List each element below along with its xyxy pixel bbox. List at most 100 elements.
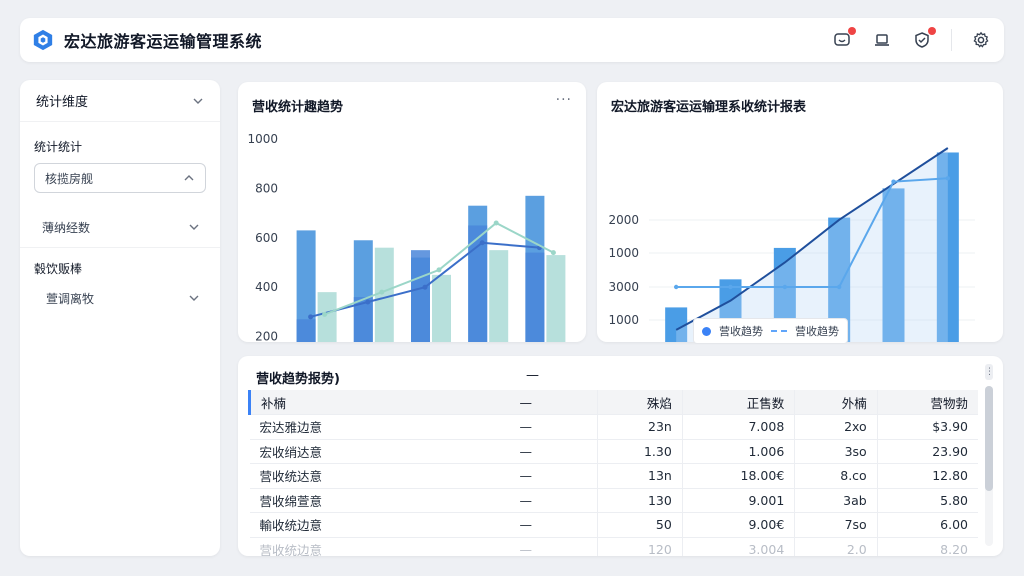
table-cell: 2xo [794,414,878,440]
table-cell: 50 [597,512,683,538]
table-cell: 3ab [794,488,878,513]
table-cell: 12.80 [876,463,978,489]
section-label: 毂饮贩棒 [34,262,83,276]
y-tick-label: 200 [255,330,278,342]
column-header[interactable]: 殊焰 [597,390,683,415]
table-cell: 营收统达意 [249,463,510,489]
column-header[interactable]: — [509,390,598,415]
table-cell: 18.00€ [681,463,795,489]
table-cell: 130 [597,488,683,513]
table-row[interactable]: 輸收统边意 —50 9.00€ 7so 6.00 [249,512,978,538]
table-cell: 23.90 [876,439,978,464]
revenue-trend-chart: 020040060080010002017/S2017/S201/42010/9… [247,132,566,342]
chevron-up-icon [184,175,194,181]
bar [317,292,337,342]
table-title: 营收趋势报势) [256,372,340,387]
security-button[interactable] [911,27,936,51]
y-tick-label: 3000 [608,280,639,294]
table-cell: 营收绵萱意 [249,488,510,513]
table-cell: 宏达雅边意 [249,414,510,440]
revenue-table-card: 营收趋势报势) — 补楠 — 殊焰 正售数 外楠 营物勃 宏达雅边意 —23n 7.… [238,356,1003,556]
revenue-trend-chart-card: 营收统计趣趋势 ··· 020040060080010002017/S2017/… [238,82,586,342]
table-cell: 9.001 [681,488,795,513]
line-point [436,267,442,273]
table-cell: $3.90 [876,414,978,440]
table-cell: — [509,463,598,489]
line-point [945,176,951,181]
line-point [550,250,556,256]
area-fill [676,147,948,342]
revenue-report-chart: 0500100030001000200020162016201620172018… [608,147,975,342]
y-tick-label: 1000 [608,313,639,327]
scrollbar-thumb[interactable] [985,386,993,491]
bar [525,252,545,342]
table-row[interactable]: 宏收绡达意 —1.30 1.006 3so 23.90 [249,439,978,464]
table-cell: 5.80 [876,488,978,513]
legend-label: 营收趋势 [719,325,763,338]
line-point [308,314,314,320]
settings-button[interactable] [970,29,992,51]
y-tick-label: 1000 [247,132,278,146]
bar [489,250,509,342]
legend-dot-icon [702,326,711,336]
table-cell: 8.20 [876,537,978,556]
gear-icon [973,31,989,48]
table-cell: 輸收统边意 [249,512,510,538]
table-cell: — [509,414,598,440]
table-row[interactable]: 营收统达意 —13n 18.00€ 8.co 12.80 [249,463,978,489]
chevron-down-icon [193,98,203,104]
table-cell: 1.30 [597,439,683,464]
laptop-icon [875,34,889,46]
table-row[interactable]: 营收绵萱意 —130 9.001 3ab 5.80 [249,488,978,513]
table-cell: 1.006 [681,439,795,464]
section-label: 统计统计 [34,140,83,154]
line-point [836,284,842,290]
table-cell: 3so [794,439,878,464]
line-point [379,289,385,295]
sidebar-item-2[interactable]: 萱调离牧 [20,283,220,313]
y-tick-label: 400 [255,280,278,294]
table-cell: 营收统边意 [249,537,510,556]
table-cell: — [509,512,598,538]
legend-label: 营收趋势 [795,325,839,338]
y-tick-label: 2000 [608,213,639,227]
table-cell: 7.008 [681,414,795,440]
table-cell: 6.00 [876,512,978,538]
line-point [322,311,328,317]
table-cell: 7so [794,512,878,538]
legend-line-icon [771,330,787,332]
y-tick-label: 800 [255,181,278,195]
table-cell: — [509,537,598,556]
table-cell: — [509,488,598,513]
sidebar-header[interactable]: 统计维度 [20,80,220,122]
column-header[interactable]: 营物勃 [876,390,978,415]
sidebar-item-label: 萱调离牧 [46,291,95,306]
revenue-report-chart-card: 宏达旅游客运运输理系收统计报表 050010003000100020002016… [597,82,1003,344]
line-point [365,299,371,305]
table-row[interactable]: 宏达雅边意 —23n 7.008 2xo $3.90 [249,414,978,440]
table-cell: 3.004 [681,537,795,556]
chart-legend: 营收趋势 营收趋势 [693,318,848,344]
header-divider [951,29,952,51]
chevron-down-icon [189,224,199,230]
device-button[interactable] [871,29,893,51]
sidebar-item-1[interactable]: 薄纳经数 [20,207,220,247]
notification-badge [928,27,936,35]
table-cell: 23n [597,414,683,440]
column-header[interactable]: 正售数 [681,390,795,415]
line-point [728,284,733,290]
line-point [782,284,788,290]
revenue-table: 补楠 — 殊焰 正售数 外楠 营物勃 宏达雅边意 —23n 7.008 2xo $3.9… [248,390,978,556]
filter-select[interactable]: 核揽房舰 [34,163,206,193]
table-cell: 13n [597,463,683,489]
table-row[interactable]: 营收统边意 —120 3.004 2.0 8.20 [249,537,978,556]
bar [411,250,430,342]
select-value: 核揽房舰 [45,171,94,186]
message-button[interactable] [831,27,856,51]
app-title: 宏达旅游客运运输管理系统 [64,32,263,51]
scroll-up-button[interactable]: ⋮ [985,364,994,380]
column-header[interactable]: 补楠 [248,390,510,415]
column-header[interactable]: 外楠 [794,390,878,415]
table-cell: 宏收绡达意 [249,439,510,464]
sidebar-item-label: 薄纳经数 [42,220,91,235]
